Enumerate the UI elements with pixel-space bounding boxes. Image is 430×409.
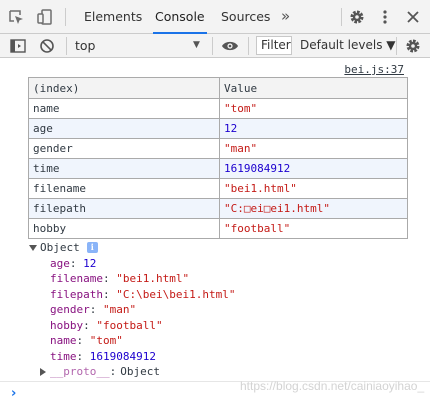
toolbar-divider <box>66 37 67 55</box>
object-property: filepath: "C:\bei\bei1.html" <box>50 287 236 301</box>
property-value: "C:\bei\bei1.html" <box>116 287 236 301</box>
property-key: filepath <box>50 287 103 301</box>
console-prompt-icon[interactable]: › <box>11 386 16 401</box>
object-property: age: 12 <box>50 256 97 270</box>
property-value: 1619084912 <box>89 349 156 363</box>
table-cell-index: age <box>28 118 220 139</box>
property-key: filename <box>50 272 103 285</box>
property-key: age <box>50 256 70 270</box>
table-cell-index: name <box>28 98 220 119</box>
column-header-index[interactable]: (index) <box>28 77 220 99</box>
toolbar-divider <box>212 37 213 55</box>
table-row: filename "bei1.html" <box>28 178 408 199</box>
table-cell-index: hobby <box>28 218 220 239</box>
expand-triangle-icon[interactable] <box>29 245 37 252</box>
close-icon[interactable] <box>403 7 423 27</box>
table-cell-value: "C:□ei□ei1.html" <box>219 198 408 219</box>
property-value: 12 <box>83 256 97 270</box>
property-key: hobby <box>50 318 84 332</box>
table-row: filepath "C:□ei□ei1.html" <box>28 198 408 219</box>
more-tabs-button[interactable]: » <box>281 0 290 34</box>
chevron-down-icon[interactable]: ▼ <box>193 34 200 57</box>
table-cell-value: "tom" <box>219 98 408 119</box>
property-value: "man" <box>103 303 137 316</box>
table-row: name "tom" <box>28 98 408 119</box>
table-cell-index: time <box>28 158 220 179</box>
filter-input[interactable]: Filter <box>256 36 292 55</box>
column-header-value[interactable]: Value <box>219 77 408 99</box>
sidebar-toggle-icon[interactable] <box>8 36 28 56</box>
watermark: https://blog.csdn.net/cainiaoyihao_ <box>240 379 425 393</box>
toolbar-divider <box>248 37 249 55</box>
table-cell-value: "man" <box>219 138 408 159</box>
property-value: "football" <box>96 318 163 332</box>
table-row: gender "man" <box>28 138 408 159</box>
more-options-icon[interactable] <box>375 7 395 27</box>
clear-console-icon[interactable] <box>37 36 57 56</box>
table-header-row: (index) Value <box>28 77 408 99</box>
object-property: time: 1619084912 <box>50 349 156 363</box>
toolbar-divider <box>396 37 397 55</box>
table-row: hobby "football" <box>28 218 408 239</box>
table-cell-index: gender <box>28 138 220 159</box>
context-selector[interactable]: top <box>75 34 95 57</box>
device-toolbar-icon[interactable] <box>35 7 55 27</box>
property-key: gender <box>50 303 90 316</box>
info-icon[interactable]: i <box>86 242 98 254</box>
object-property: gender: "man" <box>50 303 137 316</box>
table-cell-index: filename <box>28 178 220 199</box>
tab-sources[interactable]: Sources <box>219 0 272 34</box>
console-settings-gear-icon[interactable] <box>403 36 423 56</box>
proto-value: Object <box>120 365 160 378</box>
object-property: filename: "bei1.html" <box>50 272 190 285</box>
live-expression-eye-icon[interactable] <box>220 36 240 56</box>
devtools-tabbar: Elements Console Sources » <box>0 0 430 34</box>
toolbar-divider <box>341 8 342 26</box>
proto-row[interactable]: __proto__: Object <box>29 364 235 380</box>
toolbar-divider <box>65 8 66 26</box>
property-value: "tom" <box>89 334 123 347</box>
property-key: name <box>50 334 77 347</box>
object-tree: Object i age: 12 filename: "bei1.html" f… <box>29 240 235 380</box>
property-value: "bei1.html" <box>116 272 190 285</box>
object-property: hobby: "football" <box>50 318 163 332</box>
table-cell-value: 1619084912 <box>219 158 408 179</box>
object-header[interactable]: Object i <box>29 240 235 256</box>
console-output: bei.js:37 (index) Value name "tom" age 1… <box>0 58 430 409</box>
table-cell-value: "bei1.html" <box>219 178 408 199</box>
table-cell-index: filepath <box>28 198 220 219</box>
log-levels-dropdown[interactable]: Default levels ▼ <box>300 34 396 57</box>
settings-gear-icon[interactable] <box>347 7 367 27</box>
tab-elements[interactable]: Elements <box>82 0 144 34</box>
object-label: Object <box>40 241 80 254</box>
source-link[interactable]: bei.js:37 <box>344 63 404 76</box>
table-row: age 12 <box>28 118 408 139</box>
inspect-element-icon[interactable] <box>6 7 26 27</box>
table-row: time 1619084912 <box>28 158 408 179</box>
console-table: (index) Value name "tom" age 12 gender "… <box>28 77 408 239</box>
collapsed-triangle-icon[interactable] <box>40 367 46 376</box>
console-toolbar: top ▼ Filter Default levels ▼ <box>0 34 430 58</box>
proto-key: __proto__ <box>50 365 110 378</box>
table-cell-value: 12 <box>219 118 408 139</box>
table-cell-value: "football" <box>219 218 408 239</box>
tab-console[interactable]: Console <box>153 0 207 34</box>
property-key: time <box>50 349 77 363</box>
object-property: name: "tom" <box>50 334 123 347</box>
